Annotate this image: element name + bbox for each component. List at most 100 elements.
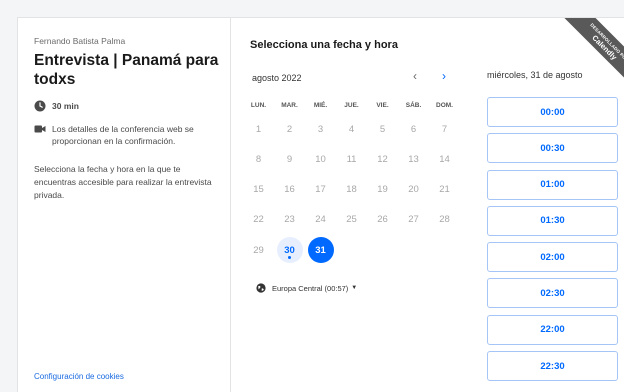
day-number: 4	[348, 123, 355, 135]
day-number: 9	[286, 153, 293, 165]
calendar-day-17: 17	[305, 175, 336, 205]
prev-month-button[interactable]: ‹	[413, 70, 417, 82]
calendar-day-29: 29	[243, 235, 274, 265]
day-number: 31	[307, 237, 334, 264]
calendar-day-23: 23	[274, 205, 305, 235]
calendar-day-6: 6	[398, 114, 429, 144]
powered-by-badge[interactable]: DESARROLLADO POR Calendly	[554, 18, 624, 88]
calendar-day-19: 19	[367, 175, 398, 205]
time-slot-button[interactable]: 02:30	[487, 278, 618, 309]
calendar-day-28: 28	[429, 205, 460, 235]
clock-icon	[34, 100, 46, 112]
calendar-day-9: 9	[274, 144, 305, 174]
day-number: 21	[439, 184, 450, 196]
calendar-day-2: 2	[274, 114, 305, 144]
calendar-day-21: 21	[429, 175, 460, 205]
globe-icon	[256, 283, 266, 293]
weekday-label: VIE.	[376, 102, 389, 109]
calendar-day-1: 1	[243, 114, 274, 144]
timezone-selector[interactable]: Europa Central (00:57) ▼	[256, 283, 357, 293]
calendar-day-8: 8	[243, 144, 274, 174]
calendar-day-27: 27	[398, 205, 429, 235]
day-number: 27	[408, 214, 419, 226]
day-number: 13	[408, 153, 419, 165]
day-number: 7	[441, 123, 448, 135]
weekday-header: LUN. MAR. MIÉ. JUE. VIE. SÁB. DOM.	[243, 102, 460, 109]
time-slot-button[interactable]: 00:30	[487, 133, 618, 164]
day-number: 14	[439, 153, 450, 165]
day-number: 29	[253, 244, 264, 256]
event-title: Entrevista | Panamá para todxs	[34, 52, 219, 88]
day-number: 22	[253, 214, 264, 226]
calendar-day-10: 10	[305, 144, 336, 174]
weekday-label: SÁB.	[405, 102, 422, 109]
day-number: 8	[255, 153, 262, 165]
weekday-label: LUN.	[250, 102, 267, 109]
timezone-label: Europa Central (00:57)	[272, 283, 349, 293]
time-slot-button[interactable]: 02:00	[487, 242, 618, 273]
duration-row: 30 min	[34, 100, 79, 112]
calendar-day-13: 13	[398, 144, 429, 174]
calendar-day-14: 14	[429, 144, 460, 174]
time-slot-button[interactable]: 22:30	[487, 351, 618, 382]
video-camera-icon	[34, 125, 46, 133]
weekday-label: MIÉ.	[313, 102, 328, 109]
weekday-label: JUE.	[344, 102, 359, 109]
calendar-day-22: 22	[243, 205, 274, 235]
calendar-day-24: 24	[305, 205, 336, 235]
calendar-day-25: 25	[336, 205, 367, 235]
weekday-label: MAR.	[281, 102, 298, 109]
day-number: 26	[377, 214, 388, 226]
time-slot-button[interactable]: 01:00	[487, 169, 618, 200]
calendar-day-26: 26	[367, 205, 398, 235]
calendar-day-30[interactable]: 30	[274, 235, 305, 265]
day-number: 24	[315, 214, 326, 226]
event-description: Selecciona la fecha y hora en la que te …	[34, 164, 212, 200]
conference-row: Los detalles de la conferencia web se pr…	[34, 123, 214, 147]
next-month-button[interactable]: ›	[442, 70, 446, 82]
time-slot-button[interactable]: 00:00	[487, 97, 618, 127]
day-number: 23	[284, 214, 295, 226]
weekday-label: DOM.	[436, 102, 453, 109]
calendar-day-18: 18	[336, 175, 367, 205]
day-number: 19	[377, 184, 388, 196]
conference-note: Los detalles de la conferencia web se pr…	[52, 124, 194, 146]
calendar-day-31[interactable]: 31	[305, 235, 336, 265]
calendar-day-7: 7	[429, 114, 460, 144]
event-details-panel: Fernando Batista Palma Entrevista | Pana…	[18, 18, 231, 392]
time-slot-list: 00:00 00:30 01:00 01:30 02:00 02:30 22:00 22:30	[487, 97, 618, 387]
calendar-day-16: 16	[274, 175, 305, 205]
calendar-day-20: 20	[398, 175, 429, 205]
day-number: 11	[346, 153, 357, 165]
calendar-day-15: 15	[243, 175, 274, 205]
day-number: 18	[346, 184, 357, 196]
organizer-name: Fernando Batista Palma	[34, 36, 126, 46]
day-number: 28	[439, 214, 450, 226]
select-date-title: Selecciona una fecha y hora	[250, 39, 398, 51]
calendar-day-5: 5	[367, 114, 398, 144]
calendar-grid: 1 2 3 4 5 6 7 8 9 10 11 12 13 14 15 16 17 18 19 20 21 22 23 24 2…	[243, 114, 460, 265]
day-number: 25	[346, 214, 357, 226]
duration-label: 30 min	[52, 101, 79, 111]
month-label: agosto 2022	[252, 73, 302, 83]
day-number: 6	[410, 123, 417, 135]
calendly-ribbon[interactable]: DESARROLLADO POR Calendly	[560, 18, 624, 88]
day-number: 2	[286, 123, 293, 135]
time-slot-button[interactable]: 01:30	[487, 205, 618, 236]
day-number: 5	[379, 123, 386, 135]
calendar-day-3: 3	[305, 114, 336, 144]
day-number: 3	[317, 123, 324, 135]
booking-card: Fernando Batista Palma Entrevista | Pana…	[17, 17, 624, 392]
day-number: 20	[408, 184, 419, 196]
day-number: 17	[315, 184, 326, 196]
day-number: 15	[253, 184, 264, 196]
calendar-day-4: 4	[336, 114, 367, 144]
day-number: 12	[377, 153, 388, 165]
cookie-settings-link[interactable]: Configuración de cookies	[34, 372, 124, 381]
chevron-down-icon: ▼	[351, 285, 358, 291]
calendar-day-11: 11	[336, 144, 367, 174]
day-number: 16	[284, 184, 295, 196]
time-slot-button[interactable]: 22:00	[487, 314, 618, 345]
calendar-day-12: 12	[367, 144, 398, 174]
day-number: 30	[276, 237, 303, 264]
